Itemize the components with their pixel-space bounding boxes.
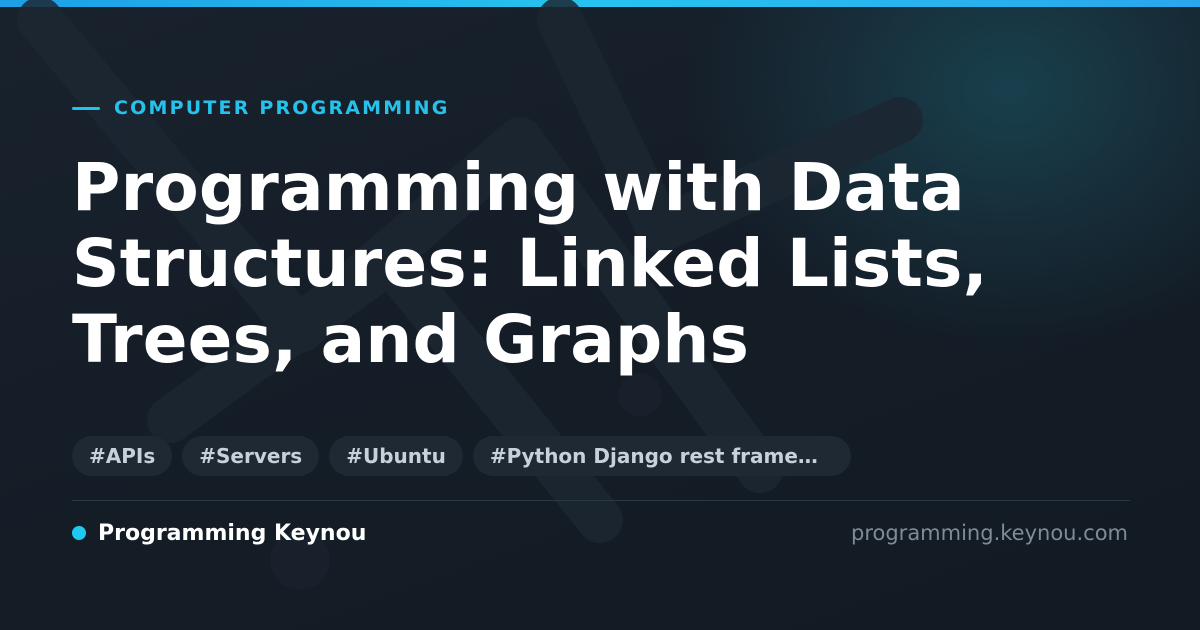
article-title: Programming with Data Structures: Linked…: [72, 149, 988, 378]
social-preview-card: COMPUTER PROGRAMMING Programming with Da…: [0, 0, 1200, 630]
dot-icon: [72, 526, 86, 540]
tag-chip[interactable]: #Python Django rest framework: [472, 436, 851, 476]
site-url: programming.keynou.com: [851, 521, 1128, 545]
dash-icon: [72, 106, 100, 110]
tag-chip[interactable]: #Servers: [182, 436, 320, 476]
tag-chip[interactable]: #APIs: [72, 436, 173, 476]
footer-divider: [72, 500, 1130, 501]
category-eyebrow: COMPUTER PROGRAMMING: [72, 95, 450, 121]
brand: Programming Keynou: [72, 518, 366, 548]
brand-name: Programming Keynou: [98, 520, 367, 546]
tag-list: #APIs #Servers #Ubuntu #Python Django re…: [72, 436, 851, 476]
category-label: COMPUTER PROGRAMMING: [114, 97, 450, 119]
tag-chip[interactable]: #Ubuntu: [329, 436, 463, 476]
